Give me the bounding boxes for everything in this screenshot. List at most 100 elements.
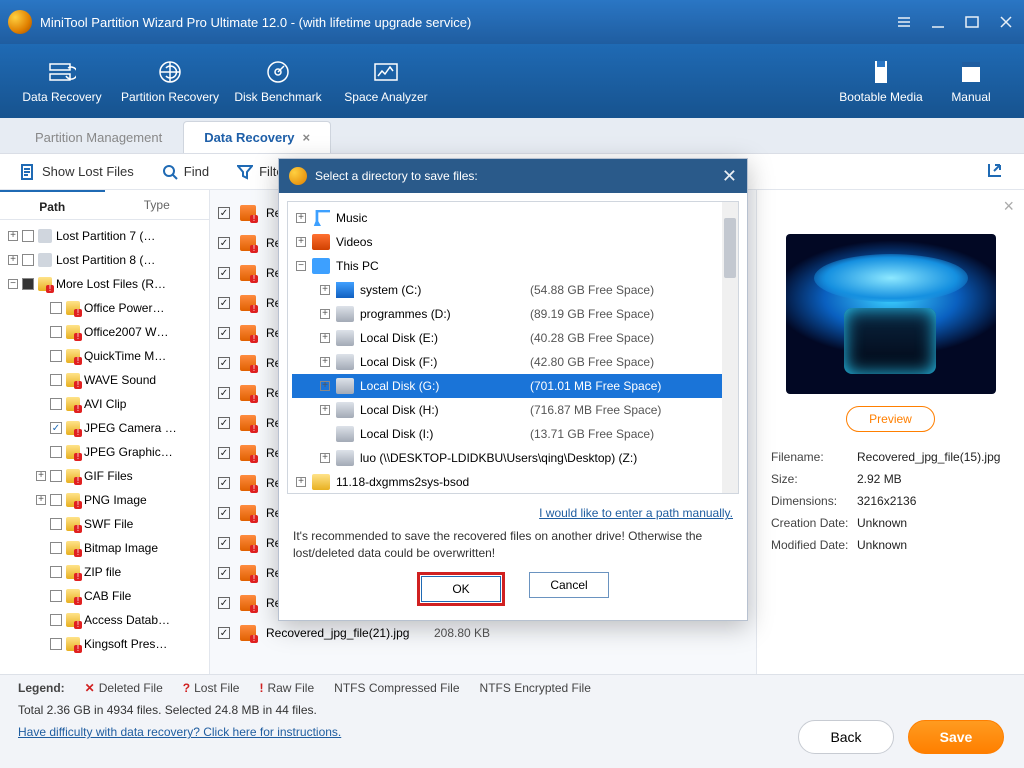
file-row[interactable]: ✓Recovered_jpg_file(21).jpg208.80 KB <box>212 618 754 648</box>
expand-icon[interactable]: + <box>8 231 18 241</box>
tree-node[interactable]: +11.18-dxgmms2sys-bsod <box>292 470 734 494</box>
scrollbar[interactable] <box>722 202 738 493</box>
show-lost-files-button[interactable]: Show Lost Files <box>20 164 134 180</box>
preview-button[interactable]: Preview <box>846 406 935 432</box>
maximize-button[interactable] <box>962 12 982 32</box>
expand-icon[interactable]: + <box>320 309 330 319</box>
tab-partition-management[interactable]: Partition Management <box>14 121 183 153</box>
back-button[interactable]: Back <box>798 720 894 754</box>
path-tab[interactable]: Path <box>0 190 105 219</box>
file-icon <box>240 265 256 281</box>
tree-node[interactable]: Office Power… <box>0 296 209 320</box>
tree-node[interactable]: ZIP file <box>0 560 209 584</box>
folder-icon <box>66 349 80 363</box>
partition-recovery-tool[interactable]: Partition Recovery <box>116 58 224 104</box>
tree-node[interactable]: CAB File <box>0 584 209 608</box>
expand-icon[interactable]: + <box>296 213 306 223</box>
tree-node[interactable]: +Local Disk (E:)(40.28 GB Free Space) <box>292 326 734 350</box>
expand-icon[interactable]: + <box>8 255 18 265</box>
expand-icon[interactable]: + <box>320 453 330 463</box>
folder-icon <box>66 613 80 627</box>
checkbox[interactable]: ✓ <box>218 267 230 279</box>
tree-node[interactable]: ✓JPEG Camera … <box>0 416 209 440</box>
tree-node[interactable]: WAVE Sound <box>0 368 209 392</box>
type-tab[interactable]: Type <box>105 190 210 219</box>
expand-icon[interactable]: + <box>296 477 306 487</box>
manual-path-link[interactable]: I would like to enter a path manually. <box>539 506 733 520</box>
filter-icon <box>237 164 253 180</box>
checkbox[interactable]: ✓ <box>218 627 230 639</box>
tab-data-recovery[interactable]: Data Recovery× <box>183 121 331 153</box>
bootable-media-tool[interactable]: Bootable Media <box>836 58 926 104</box>
folder-icon <box>66 541 80 555</box>
tree-node[interactable]: SWF File <box>0 512 209 536</box>
help-link[interactable]: Have difficulty with data recovery? Clic… <box>18 725 341 739</box>
cancel-button[interactable]: Cancel <box>529 572 609 598</box>
tree-node[interactable]: Bitmap Image <box>0 536 209 560</box>
checkbox[interactable]: ✓ <box>218 357 230 369</box>
tree-node-selected[interactable]: +Local Disk (G:)(701.01 MB Free Space) <box>292 374 734 398</box>
checkbox[interactable]: ✓ <box>218 237 230 249</box>
tree-node[interactable]: QuickTime M… <box>0 344 209 368</box>
tree-node[interactable]: +Local Disk (H:)(716.87 MB Free Space) <box>292 398 734 422</box>
tree-node[interactable]: −More Lost Files (R… <box>0 272 209 296</box>
expand-icon[interactable]: + <box>36 495 46 505</box>
tree-node[interactable]: +Local Disk (F:)(42.80 GB Free Space) <box>292 350 734 374</box>
data-recovery-tool[interactable]: Data Recovery <box>8 58 116 104</box>
scrollbar-thumb[interactable] <box>724 218 736 278</box>
collapse-icon[interactable]: − <box>296 261 306 271</box>
menu-button[interactable] <box>894 12 914 32</box>
expand-icon[interactable]: + <box>320 357 330 367</box>
manual-tool[interactable]: Manual <box>926 58 1016 104</box>
checkbox[interactable]: ✓ <box>218 537 230 549</box>
checkbox[interactable]: ✓ <box>218 207 230 219</box>
tree-node[interactable]: +programmes (D:)(89.19 GB Free Space) <box>292 302 734 326</box>
tree-node[interactable]: +Music <box>292 206 734 230</box>
tree-node[interactable]: +GIF Files <box>0 464 209 488</box>
tree-node[interactable]: +Lost Partition 8 (… <box>0 248 209 272</box>
checkbox[interactable]: ✓ <box>218 297 230 309</box>
close-button[interactable] <box>996 12 1016 32</box>
tree-node[interactable]: +luo (\\DESKTOP-LDIDKBU\Users\qing\Deskt… <box>292 446 734 470</box>
expand-icon[interactable]: + <box>320 333 330 343</box>
dialog-close-button[interactable]: ✕ <box>722 166 737 187</box>
disk-benchmark-tool[interactable]: Disk Benchmark <box>224 58 332 104</box>
tree-node[interactable]: Kingsoft Pres… <box>0 632 209 656</box>
folder-tree[interactable]: +Lost Partition 7 (… +Lost Partition 8 (… <box>0 220 209 674</box>
checkbox[interactable]: ✓ <box>218 327 230 339</box>
save-button[interactable]: Save <box>908 720 1004 754</box>
directory-tree[interactable]: +Music +Videos −This PC +system (C:)(54.… <box>287 201 739 494</box>
tree-node[interactable]: Access Datab… <box>0 608 209 632</box>
tree-node[interactable]: Local Disk (I:)(13.71 GB Free Space) <box>292 422 734 446</box>
tree-node[interactable]: Office2007 W… <box>0 320 209 344</box>
minimize-button[interactable] <box>928 12 948 32</box>
tree-node[interactable]: +Lost Partition 7 (… <box>0 224 209 248</box>
checkbox[interactable]: ✓ <box>218 507 230 519</box>
checkbox[interactable]: ✓ <box>218 567 230 579</box>
checkbox[interactable]: ✓ <box>218 597 230 609</box>
ok-button[interactable]: OK <box>421 576 501 602</box>
checkbox[interactable]: ✓ <box>218 417 230 429</box>
tree-node[interactable]: JPEG Graphic… <box>0 440 209 464</box>
expand-icon[interactable]: + <box>320 381 330 391</box>
tree-node[interactable]: +PNG Image <box>0 488 209 512</box>
expand-icon[interactable]: + <box>320 285 330 295</box>
disk-icon <box>336 402 354 418</box>
tree-node[interactable]: +system (C:)(54.88 GB Free Space) <box>292 278 734 302</box>
tab-close-icon[interactable]: × <box>303 130 311 145</box>
export-button[interactable] <box>986 161 1004 182</box>
find-button[interactable]: Find <box>162 164 209 180</box>
folder-icon <box>66 517 80 531</box>
checkbox[interactable]: ✓ <box>218 387 230 399</box>
expand-icon[interactable]: + <box>296 237 306 247</box>
expand-icon[interactable]: + <box>320 405 330 415</box>
checkbox[interactable]: ✓ <box>218 447 230 459</box>
expand-icon[interactable]: + <box>36 471 46 481</box>
checkbox[interactable]: ✓ <box>218 477 230 489</box>
tree-node[interactable]: +Videos <box>292 230 734 254</box>
close-preview-button[interactable]: × <box>1003 196 1014 217</box>
collapse-icon[interactable]: − <box>8 279 18 289</box>
tree-node[interactable]: −This PC <box>292 254 734 278</box>
space-analyzer-tool[interactable]: Space Analyzer <box>332 58 440 104</box>
tree-node[interactable]: AVI Clip <box>0 392 209 416</box>
